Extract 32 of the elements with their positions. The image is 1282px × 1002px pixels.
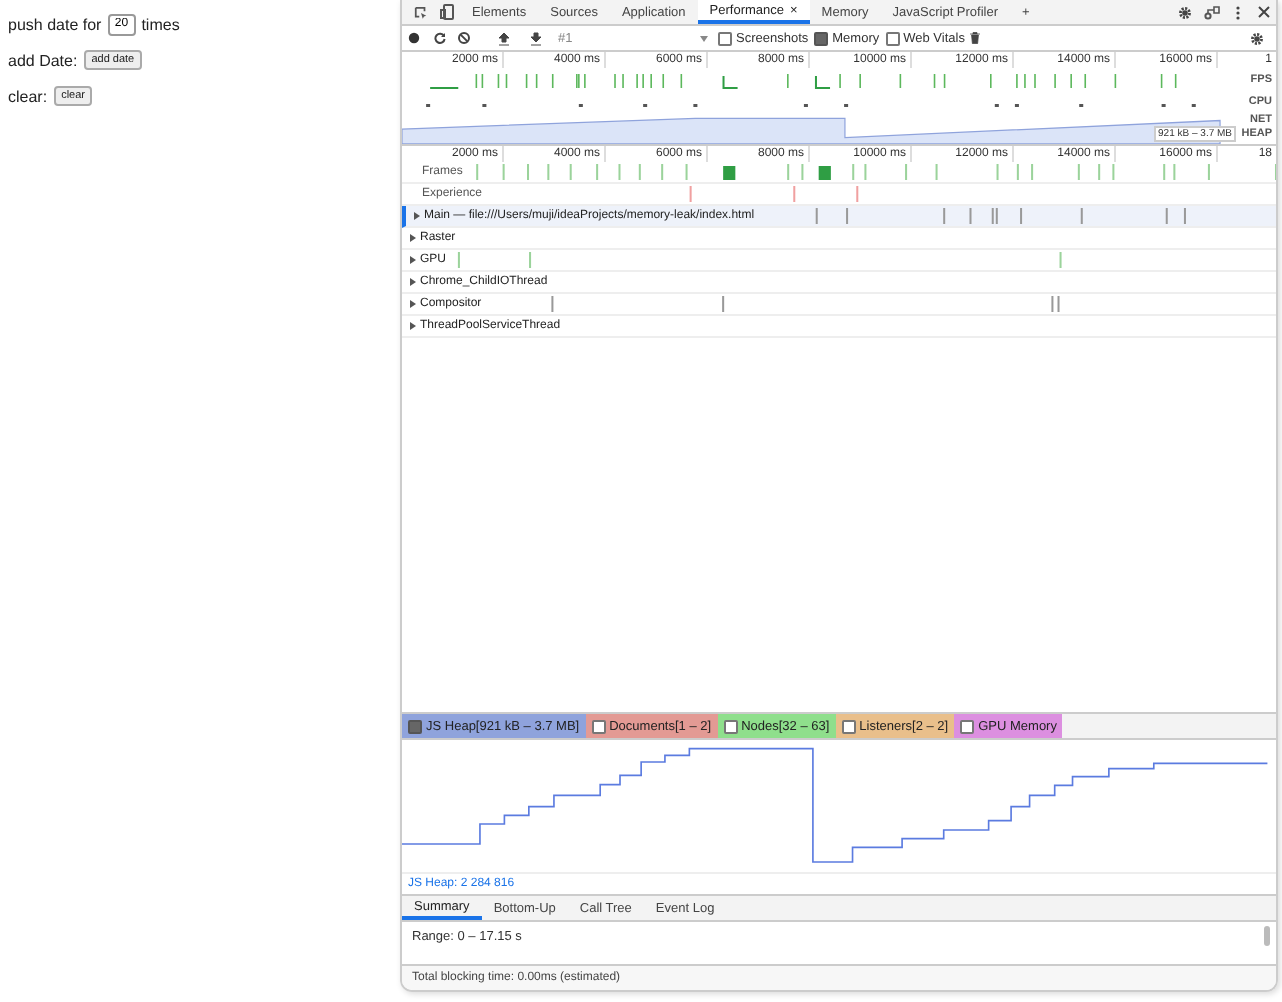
upload-icon[interactable] <box>497 31 509 45</box>
clear-icon[interactable] <box>458 32 470 44</box>
expand-arrow-icon[interactable] <box>410 300 416 308</box>
reload-icon[interactable] <box>433 32 445 44</box>
record-icon[interactable] <box>408 32 420 44</box>
download-icon[interactable] <box>529 31 541 45</box>
expand-arrow-icon[interactable] <box>410 322 416 330</box>
caret-icon <box>700 35 708 41</box>
field-suffix: times <box>141 15 180 33</box>
checkbox[interactable] <box>408 719 422 733</box>
checkbox[interactable] <box>718 31 732 45</box>
settings-icon[interactable] <box>1250 31 1264 45</box>
checkbox[interactable] <box>885 31 900 45</box>
device-toolbar-icon[interactable] <box>440 4 454 20</box>
remote-devices-icon[interactable] <box>1203 4 1219 20</box>
inspect-icon[interactable] <box>414 5 428 19</box>
expand-arrow-icon[interactable] <box>410 278 416 286</box>
field-label: clear: <box>8 87 48 105</box>
trash-icon[interactable] <box>970 32 981 44</box>
checkbox[interactable] <box>814 31 829 45</box>
checkbox[interactable] <box>723 719 738 733</box>
checkbox[interactable] <box>841 719 856 733</box>
settings-icon[interactable] <box>1178 5 1192 19</box>
field-label: add Date: <box>8 51 78 69</box>
scrollbar-thumb[interactable] <box>1264 926 1270 946</box>
expand-arrow-icon[interactable] <box>414 212 420 220</box>
field-label: push date for <box>8 15 102 33</box>
checkbox[interactable] <box>591 719 606 733</box>
expand-arrow-icon[interactable] <box>410 256 416 264</box>
checkbox[interactable] <box>960 719 975 733</box>
close-icon[interactable] <box>1257 6 1269 18</box>
expand-arrow-icon[interactable] <box>410 234 416 242</box>
